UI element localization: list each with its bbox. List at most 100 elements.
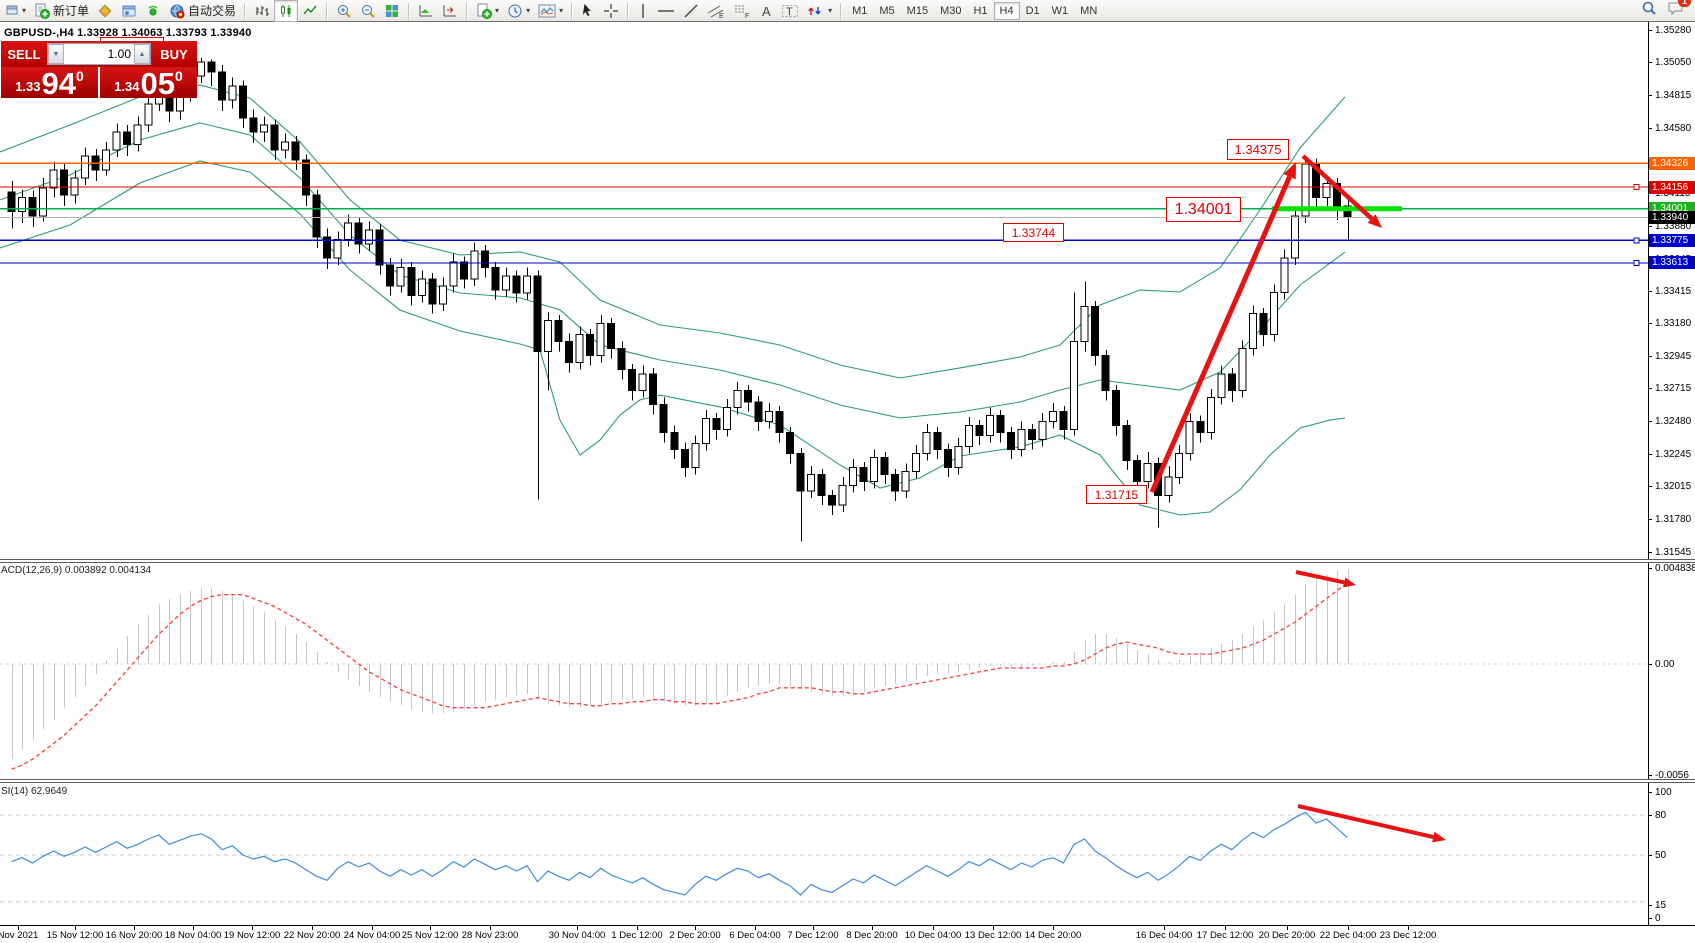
price-tick: 1.32945 [1655,351,1691,362]
candle-body [334,240,341,258]
volume-decrease-button[interactable]: ▼ [48,44,64,64]
fibonacci-tool-button[interactable]: F [729,0,755,22]
candle-body [850,467,857,485]
new-order-button[interactable]: 新订单 [30,0,93,22]
search-button[interactable] [1641,0,1657,21]
vertical-line-tool-button[interactable] [633,0,653,22]
volume-input[interactable]: 1.00 [64,47,134,61]
arrow-head [1432,832,1446,843]
candle-body [124,132,131,145]
bar-chart-type-button[interactable] [250,0,274,22]
price-label-1.34001[interactable]: 1.34001 [1166,197,1241,222]
zoom-in-button[interactable] [332,0,356,22]
trendline-tool-button[interactable] [679,0,703,22]
hline-handle[interactable] [1634,261,1639,266]
timeframe-w1-button[interactable]: W1 [1046,2,1075,20]
date-label: 16 Dec 04:00 [1136,930,1193,941]
templates-button[interactable]: ▾ [534,0,567,22]
autotrading-label: 自动交易 [188,2,236,19]
candle-body [1291,216,1298,258]
rsi-scale-tick: 15 [1655,900,1666,911]
price-label-1.34375[interactable]: 1.34375 [1227,139,1289,160]
price-scale[interactable]: 1.352801.350501.348151.345801.341151.338… [1648,0,1695,942]
candle-body [292,142,299,160]
macd-panel-surface[interactable] [0,563,1648,781]
volume-increase-button[interactable]: ▲ [134,44,150,64]
timeframe-m5-button[interactable]: M5 [873,2,900,20]
candle-body [1123,426,1130,461]
price-tick: 1.32245 [1655,449,1691,460]
line-chart-type-button[interactable] [298,0,322,22]
zoom-out-icon [360,3,376,19]
price-label-1.33744[interactable]: 1.33744 [1003,223,1064,242]
candle-body [481,251,488,268]
time-scale[interactable]: Nov 202115 Nov 12:0016 Nov 20:0018 Nov 0… [0,925,1695,943]
candle-body [1081,307,1088,342]
step-forward-button[interactable] [414,0,438,22]
candle-body [787,433,794,454]
bid-price[interactable]: 1.33 94 0 [1,67,98,98]
rsi-scale-tick-mark [1648,905,1652,906]
tile-windows-icon [384,3,400,19]
timeframe-h1-button[interactable]: H1 [967,2,993,20]
horizontal-line-tool-button[interactable] [653,0,679,22]
price-tick-mark [1648,62,1652,63]
autotrading-button[interactable]: 自动交易 [165,0,240,22]
timeframe-m30-button[interactable]: M30 [934,2,967,20]
price-tick-mark [1648,388,1652,389]
candle-body [113,132,120,150]
price-tick-mark [1648,519,1652,520]
candlestick-chart-type-button[interactable] [274,0,298,22]
candle-body [387,265,394,286]
new-chart-icon [476,3,492,19]
timeframe-mn-button[interactable]: MN [1074,2,1103,20]
zoom-out-button[interactable] [356,0,380,22]
candle-body [1018,430,1025,450]
new-chart-button[interactable]: ▾ [472,0,503,22]
timeframe-m15-button[interactable]: M15 [901,2,934,20]
timeframe-m1-button[interactable]: M1 [846,2,873,20]
vertical-line-icon [637,3,649,19]
chart-shift-button[interactable] [438,0,462,22]
bid-big-digits: 94 [42,71,76,97]
price-tick-mark [1648,486,1652,487]
data-window-button[interactable] [117,0,141,22]
notifications-button[interactable]: 1 [1667,0,1685,21]
bid-prefix: 1.33 [15,79,40,94]
periods-button[interactable]: ▾ [503,0,534,22]
price-label-1.31715[interactable]: 1.31715 [1086,485,1147,504]
main-chart-surface[interactable] [0,22,1648,562]
window-menu-icon[interactable]: ▾ [2,0,30,22]
equidistant-channel-tool-button[interactable]: E [703,0,729,22]
timeframe-d1-button[interactable]: D1 [1020,2,1046,20]
panel-separator[interactable] [0,559,1695,563]
candle-body [608,324,615,349]
date-label: 17 Dec 12:00 [1197,930,1254,941]
tile-windows-button[interactable] [380,0,404,22]
ask-price[interactable]: 1.34 05 0 [100,67,197,98]
text-tool-button[interactable]: A [755,0,777,22]
crosshair-tool-button[interactable] [599,0,623,22]
buy-button[interactable]: BUY [151,47,197,62]
sell-button[interactable]: SELL [1,47,47,62]
price-tick-mark [1648,226,1652,227]
date-label: 22 Nov 20:00 [284,930,341,941]
rsi-panel-surface[interactable] [0,783,1648,925]
panel-separator[interactable] [0,779,1695,783]
trendline-icon [683,3,699,19]
red-arrow-annotation[interactable] [1298,806,1446,842]
text-label-tool-button[interactable]: T [777,0,803,22]
timeframe-h4-button[interactable]: H4 [994,2,1020,20]
cursor-tool-button[interactable] [577,0,599,22]
arrows-tool-button[interactable]: ▾ [803,0,836,22]
ask-pipette: 0 [175,68,183,84]
hline-handle[interactable] [1634,185,1639,190]
candle-body [587,335,594,356]
new-order-label: 新订单 [53,2,89,19]
market-watch-button[interactable] [93,0,117,22]
price-tick: 1.33415 [1655,286,1691,297]
date-label: 18 Nov 04:00 [165,930,222,941]
candle-body [944,449,951,467]
signals-button[interactable] [141,0,165,22]
hline-handle[interactable] [1634,238,1639,243]
